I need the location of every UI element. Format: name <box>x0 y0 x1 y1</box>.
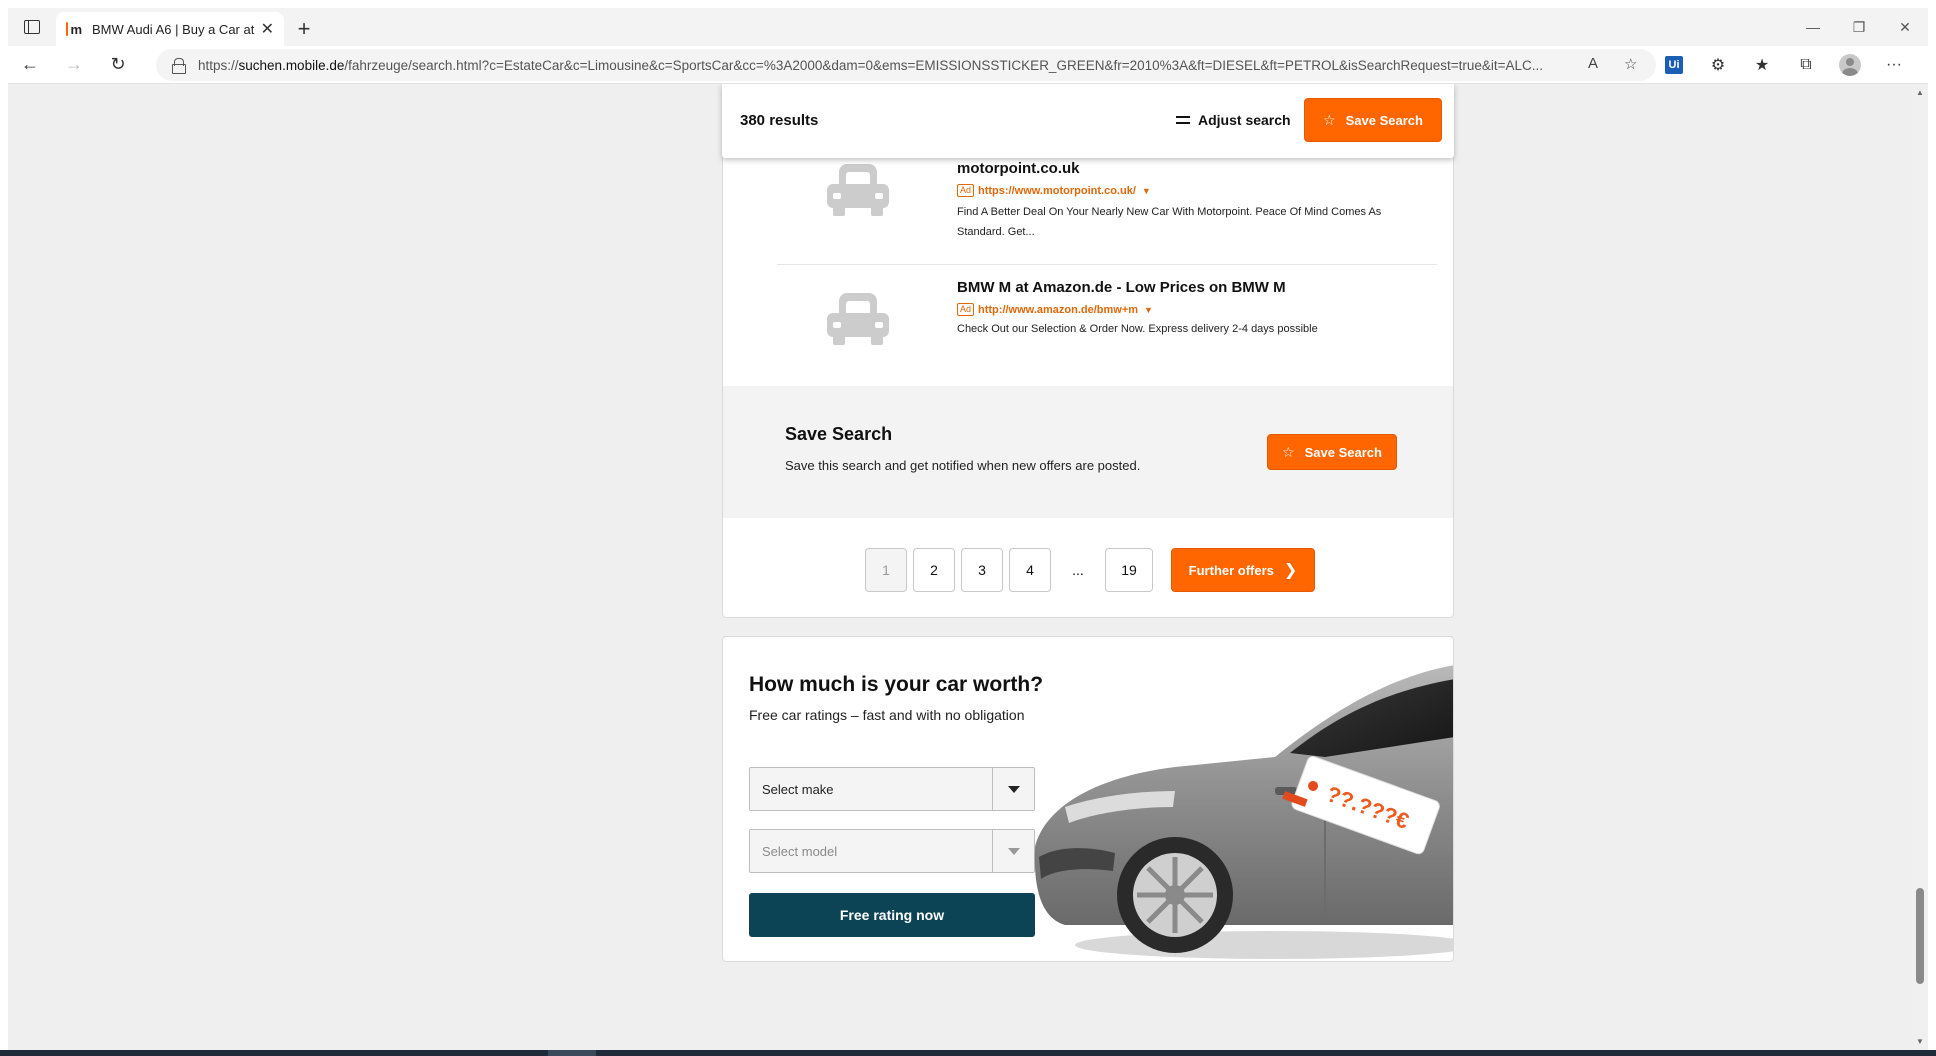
page-button-3[interactable]: 3 <box>961 548 1003 592</box>
save-search-button[interactable]: ☆ Save Search <box>1267 434 1397 470</box>
page-button-last[interactable]: 19 <box>1105 548 1153 592</box>
adjust-search-button[interactable]: Adjust search <box>1176 112 1291 128</box>
scroll-up-icon[interactable]: ▲ <box>1916 88 1924 97</box>
star-icon: ☆ <box>1282 443 1295 460</box>
results-card: motorpoint.co.uk Ad https://www.motorpoi… <box>722 84 1454 618</box>
ad-description: Find A Better Deal On Your Nearly New Ca… <box>957 206 1382 238</box>
save-search-title: Save Search <box>785 424 893 444</box>
reload-icon[interactable]: ↻ <box>96 49 140 81</box>
new-tab-icon[interactable]: + <box>284 12 324 46</box>
pagination-ellipsis: ... <box>1072 562 1084 578</box>
save-search-description: Save this search and get notified when n… <box>785 458 1141 473</box>
ad-listing[interactable]: BMW M at Amazon.de - Low Prices on BMW M… <box>777 264 1437 372</box>
address-bar[interactable]: https://suchen.mobile.de/fahrzeuge/searc… <box>156 49 1656 81</box>
select-model-label: Select model <box>762 843 838 859</box>
save-search-section: Save Search Save this search and get not… <box>723 386 1453 518</box>
car-placeholder-icon <box>827 293 889 345</box>
minimize-icon[interactable]: — <box>1790 8 1836 46</box>
close-window-icon[interactable]: ✕ <box>1882 8 1928 46</box>
results-count: 380 results <box>740 112 819 129</box>
profile-avatar-icon[interactable] <box>1839 54 1861 76</box>
ad-url[interactable]: Ad https://www.motorpoint.co.uk/ ▼ <box>957 184 1151 197</box>
read-aloud-icon[interactable]: A <box>1588 55 1598 72</box>
back-arrow-icon[interactable]: ← <box>8 49 52 81</box>
results-header-bar: 380 results Adjust search ☆ Save Search <box>722 84 1454 158</box>
page-viewport: motorpoint.co.uk Ad https://www.motorpoi… <box>8 84 1912 1050</box>
lock-icon[interactable] <box>172 58 186 74</box>
valuation-title: How much is your car worth? <box>749 673 1044 696</box>
valuation-subtitle: Free car ratings – fast and with no obli… <box>749 707 1025 723</box>
pagination: 1 2 3 4 ... 19 Further offers ❯ <box>865 548 1315 592</box>
url-text: https://suchen.mobile.de/fahrzeuge/searc… <box>198 57 1544 73</box>
extensions-icon[interactable]: ⚙ <box>1696 49 1740 81</box>
caret-down-icon[interactable]: ▼ <box>1142 186 1151 196</box>
sliders-icon <box>1176 114 1190 126</box>
window-controls: — ❐ ✕ <box>1790 8 1928 46</box>
save-search-top-label: Save Search <box>1345 112 1423 128</box>
os-taskbar <box>0 1050 1936 1056</box>
restore-icon[interactable]: ❐ <box>1836 8 1882 46</box>
ad-description: Check Out our Selection & Order Now. Exp… <box>957 323 1318 335</box>
free-rating-button[interactable]: Free rating now <box>749 893 1035 937</box>
further-offers-button[interactable]: Further offers ❯ <box>1171 548 1315 592</box>
adjust-search-label: Adjust search <box>1198 112 1291 128</box>
ad-badge: Ad <box>957 184 975 197</box>
car-valuation-card: How much is your car worth? Free car rat… <box>722 636 1454 962</box>
select-make-label: Select make <box>762 781 834 797</box>
select-model-dropdown[interactable]: Select model <box>749 829 1035 873</box>
mobile-de-favicon-icon: m <box>66 21 82 37</box>
star-icon: ☆ <box>1323 111 1336 128</box>
page-button-2[interactable]: 2 <box>913 548 955 592</box>
tab-title: BMW Audi A6 | Buy a Car at mobile.de <box>92 21 255 37</box>
tab-actions-icon[interactable] <box>8 8 56 46</box>
more-menu-icon[interactable]: ··· <box>1872 49 1916 81</box>
ad-title[interactable]: BMW M at Amazon.de - Low Prices on BMW M <box>957 279 1286 296</box>
chevron-right-icon: ❯ <box>1283 562 1298 579</box>
scrollbar-thumb[interactable] <box>1916 888 1924 984</box>
further-offers-label: Further offers <box>1188 562 1274 578</box>
ad-title[interactable]: motorpoint.co.uk <box>957 160 1080 177</box>
browser-tab-bar: m BMW Audi A6 | Buy a Car at mobile.de ✕… <box>8 8 1928 46</box>
page-scrollbar[interactable]: ▲ ▼ <box>1912 84 1928 1050</box>
browser-toolbar: Ui ⚙ ★ ⧉ ··· <box>1652 49 1916 81</box>
add-favorite-icon[interactable]: ☆ <box>1624 55 1637 73</box>
ui-extension-icon[interactable]: Ui <box>1665 56 1683 74</box>
scroll-down-icon[interactable]: ▼ <box>1916 1037 1924 1046</box>
close-tab-icon[interactable]: ✕ <box>261 19 274 39</box>
caret-down-icon[interactable]: ▼ <box>1144 305 1153 315</box>
browser-tab-active[interactable]: m BMW Audi A6 | Buy a Car at mobile.de ✕ <box>56 12 284 46</box>
save-search-button-label: Save Search <box>1304 444 1382 460</box>
select-make-dropdown[interactable]: Select make <box>749 767 1035 811</box>
save-search-button-top[interactable]: ☆ Save Search <box>1304 98 1442 142</box>
car-illustration: ??.???€ <box>1034 665 1453 959</box>
forward-arrow-icon[interactable]: → <box>52 49 96 81</box>
ad-url[interactable]: Ad http://www.amazon.de/bmw+m ▼ <box>957 303 1153 316</box>
ad-url-link[interactable]: http://www.amazon.de/bmw+m <box>978 304 1138 316</box>
page-button-1[interactable]: 1 <box>865 548 907 592</box>
ad-badge: Ad <box>957 303 975 316</box>
taskbar-active-app[interactable] <box>548 1050 596 1056</box>
ad-url-link[interactable]: https://www.motorpoint.co.uk/ <box>978 185 1136 197</box>
car-placeholder-icon <box>827 164 889 216</box>
collections-icon[interactable]: ⧉ <box>1784 49 1828 81</box>
favorites-icon[interactable]: ★ <box>1740 49 1784 81</box>
browser-nav-bar: ← → ↻ https://suchen.mobile.de/fahrzeuge… <box>8 46 1928 84</box>
page-button-4[interactable]: 4 <box>1009 548 1051 592</box>
